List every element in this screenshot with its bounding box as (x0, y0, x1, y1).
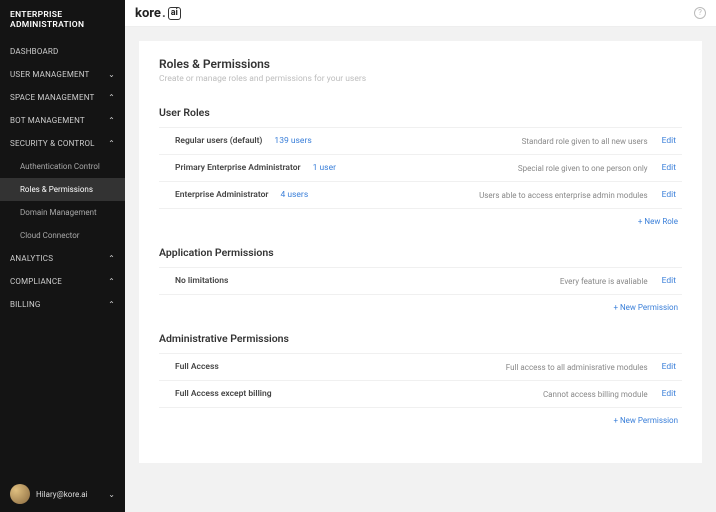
chevron-down-icon: ⌄ (108, 490, 115, 499)
nav: DASHBOARD USER MANAGEMENT ⌄ SPACE MANAGE… (0, 40, 125, 476)
sidebar-item-label: BOT MANAGEMENT (10, 116, 85, 125)
section-title: Application Permissions (159, 246, 682, 259)
chevron-up-icon: ⌃ (108, 300, 115, 309)
avatar (10, 484, 30, 504)
edit-link[interactable]: Edit (662, 190, 676, 200)
role-row: Primary Enterprise Administrator 1 user … (159, 155, 682, 182)
content: Roles & Permissions Create or manage rol… (125, 27, 716, 512)
permission-row: Full Access Full access to all adminisra… (159, 353, 682, 381)
section-app-permissions: Application Permissions No limitations E… (159, 246, 682, 312)
page-subtitle: Create or manage roles and permissions f… (159, 74, 682, 84)
permission-row: Full Access except billing Cannot access… (159, 381, 682, 408)
sidebar-item-compliance[interactable]: COMPLIANCE ⌃ (0, 270, 125, 293)
section-admin-permissions: Administrative Permissions Full Access F… (159, 332, 682, 425)
permission-name: Full Access except billing (175, 389, 272, 399)
logo-suffix: ai (168, 7, 181, 20)
chevron-up-icon: ⌃ (108, 254, 115, 263)
sidebar-sub-auth-control[interactable]: Authentication Control (0, 155, 125, 178)
sidebar-item-security[interactable]: SECURITY & CONTROL ⌃ (0, 132, 125, 155)
role-desc: Standard role given to all new users (522, 137, 648, 146)
role-count[interactable]: 4 users (280, 190, 308, 200)
section-title: User Roles (159, 106, 682, 119)
permission-row: No limitations Every feature is avaliabl… (159, 267, 682, 295)
role-desc: Special role given to one person only (518, 164, 648, 173)
sidebar-sub-cloud-connector[interactable]: Cloud Connector (0, 224, 125, 247)
sidebar-item-label: SPACE MANAGEMENT (10, 93, 95, 102)
edit-link[interactable]: Edit (662, 163, 676, 173)
sidebar-sub-roles-permissions[interactable]: Roles & Permissions (0, 178, 125, 201)
sidebar-item-label: USER MANAGEMENT (10, 70, 90, 79)
permission-desc: Cannot access billing module (543, 390, 648, 399)
add-role-link[interactable]: + New Role (159, 217, 678, 226)
section-user-roles: User Roles Regular users (default) 139 u… (159, 106, 682, 226)
edit-link[interactable]: Edit (662, 389, 676, 399)
role-name: Primary Enterprise Administrator (175, 163, 301, 173)
role-name: Enterprise Administrator (175, 190, 268, 200)
chevron-up-icon: ⌃ (108, 139, 115, 148)
section-title: Administrative Permissions (159, 332, 682, 345)
permission-name: No limitations (175, 276, 228, 286)
sidebar-item-space-management[interactable]: SPACE MANAGEMENT ⌃ (0, 86, 125, 109)
sidebar-item-label: DASHBOARD (10, 47, 58, 56)
role-count[interactable]: 139 users (274, 136, 311, 146)
sidebar-item-analytics[interactable]: ANALYTICS ⌃ (0, 247, 125, 270)
panel: Roles & Permissions Create or manage rol… (139, 41, 702, 463)
sidebar-sub-domain-management[interactable]: Domain Management (0, 201, 125, 224)
sidebar-item-label: ANALYTICS (10, 254, 53, 263)
permission-desc: Every feature is avaliable (560, 277, 648, 286)
topbar: kore.ai ? (125, 0, 716, 27)
permission-name: Full Access (175, 362, 219, 372)
edit-link[interactable]: Edit (662, 136, 676, 146)
chevron-up-icon: ⌃ (108, 116, 115, 125)
help-icon[interactable]: ? (694, 7, 706, 19)
sidebar-item-billing[interactable]: BILLING ⌃ (0, 293, 125, 316)
role-row: Regular users (default) 139 users Standa… (159, 127, 682, 155)
chevron-down-icon: ⌄ (108, 70, 115, 79)
role-row: Enterprise Administrator 4 users Users a… (159, 182, 682, 209)
user-name: Hilary@kore.ai (36, 490, 88, 499)
sidebar-item-label: SECURITY & CONTROL (10, 139, 95, 148)
edit-link[interactable]: Edit (662, 362, 676, 372)
sidebar-item-bot-management[interactable]: BOT MANAGEMENT ⌃ (0, 109, 125, 132)
sidebar-item-user-management[interactable]: USER MANAGEMENT ⌄ (0, 63, 125, 86)
logo: kore.ai (135, 6, 181, 21)
logo-text: kore (135, 6, 161, 21)
main: kore.ai ? Roles & Permissions Create or … (125, 0, 716, 512)
edit-link[interactable]: Edit (662, 276, 676, 286)
permission-desc: Full access to all adminisrative modules (506, 363, 648, 372)
add-permission-link[interactable]: + New Permission (159, 416, 678, 425)
sidebar-title: ENTERPRISE ADMINISTRATION (0, 0, 125, 40)
add-permission-link[interactable]: + New Permission (159, 303, 678, 312)
sidebar: ENTERPRISE ADMINISTRATION DASHBOARD USER… (0, 0, 125, 512)
chevron-up-icon: ⌃ (108, 277, 115, 286)
page-title: Roles & Permissions (159, 57, 682, 71)
role-name: Regular users (default) (175, 136, 262, 146)
user-menu[interactable]: Hilary@kore.ai ⌄ (0, 476, 125, 512)
sidebar-item-label: BILLING (10, 300, 41, 309)
chevron-up-icon: ⌃ (108, 93, 115, 102)
role-desc: Users able to access enterprise admin mo… (479, 191, 647, 200)
sidebar-item-dashboard[interactable]: DASHBOARD (0, 40, 125, 63)
sidebar-item-label: COMPLIANCE (10, 277, 62, 286)
role-count[interactable]: 1 user (313, 163, 336, 173)
